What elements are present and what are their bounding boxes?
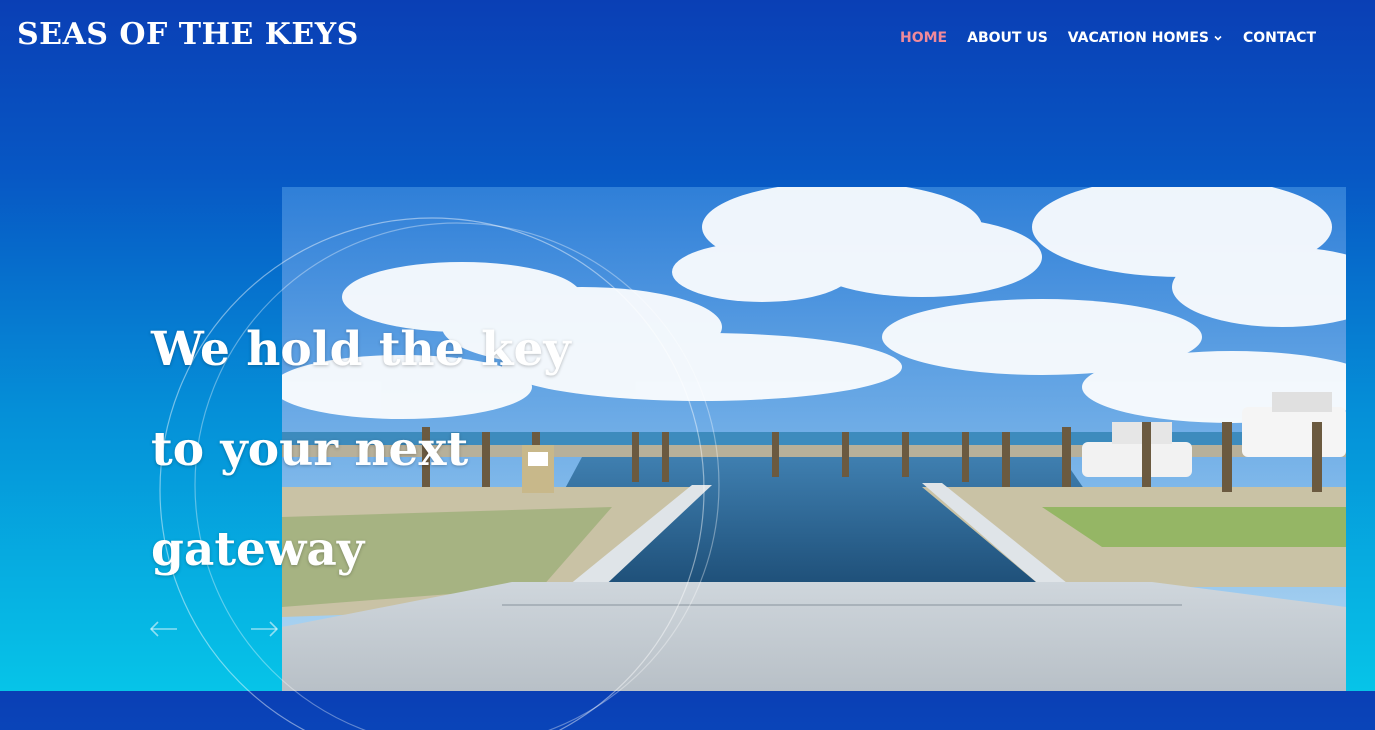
arrow-right-icon[interactable] xyxy=(249,616,279,642)
nav-home-label: HOME xyxy=(900,30,948,46)
nav-home[interactable]: HOME xyxy=(900,30,947,46)
headline-line-2: to your next xyxy=(151,422,469,477)
arrow-left-icon[interactable] xyxy=(149,616,179,642)
main-nav: HOME ABOUT US VACATION HOMES CONTACT xyxy=(900,30,1316,46)
hero-headline: We hold the key to your next gateway xyxy=(151,300,571,600)
headline-line-3: gateway xyxy=(151,522,365,577)
nav-about-us[interactable]: ABOUT US xyxy=(967,30,1048,46)
headline-line-1: We hold the key xyxy=(151,322,571,377)
nav-about-us-label: ABOUT US xyxy=(967,30,1048,46)
nav-vacation-homes[interactable]: VACATION HOMES xyxy=(1068,30,1223,46)
nav-vacation-homes-label: VACATION HOMES xyxy=(1067,30,1209,46)
chevron-down-icon xyxy=(1214,35,1222,41)
nav-contact[interactable]: CONTACT xyxy=(1243,30,1316,46)
nav-contact-label: CONTACT xyxy=(1242,30,1316,46)
site-logo[interactable]: SEAS OF THE KEYS xyxy=(17,17,359,52)
